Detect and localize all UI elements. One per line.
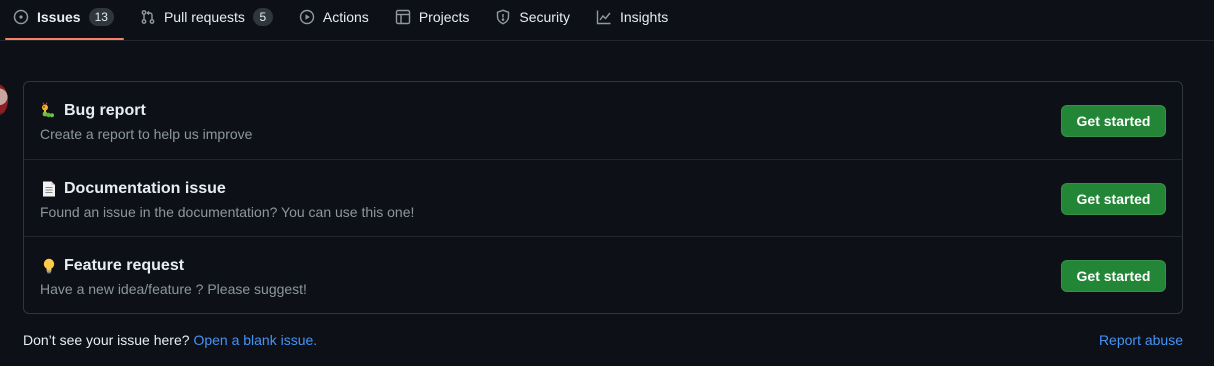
shield-icon xyxy=(495,9,511,25)
get-started-button[interactable]: Get started xyxy=(1061,183,1166,215)
template-title-text: Bug report xyxy=(64,102,146,119)
pull-requests-counter: 5 xyxy=(252,8,273,26)
template-row-bug-report: Bug report Create a report to help us im… xyxy=(24,82,1182,159)
git-pull-request-icon xyxy=(140,9,156,25)
tab-pull-requests[interactable]: Pull requests 5 xyxy=(132,0,283,34)
bug-icon xyxy=(40,102,58,120)
template-description: Create a report to help us improve xyxy=(40,126,253,142)
tab-security-label: Security xyxy=(519,9,570,25)
table-icon xyxy=(395,9,411,25)
template-title-text: Documentation issue xyxy=(64,180,226,197)
template-description: Found an issue in the documentation? You… xyxy=(40,204,415,220)
template-title: Documentation issue xyxy=(40,179,1166,199)
open-blank-issue-link[interactable]: Open a blank issue. xyxy=(193,332,317,348)
template-description: Have a new idea/feature ? Please suggest… xyxy=(40,281,307,297)
repo-tab-nav: Issues 13 Pull requests 5 Actions Projec… xyxy=(0,0,1214,41)
tab-projects[interactable]: Projects xyxy=(387,0,480,34)
tab-actions[interactable]: Actions xyxy=(291,0,379,34)
get-started-button[interactable]: Get started xyxy=(1061,105,1166,137)
issue-opened-icon xyxy=(13,9,29,25)
issue-template-list: Bug report Create a report to help us im… xyxy=(23,81,1183,314)
page-icon xyxy=(40,180,58,198)
play-icon xyxy=(299,9,315,25)
tab-projects-label: Projects xyxy=(418,9,470,25)
tab-insights[interactable]: Insights xyxy=(588,0,678,34)
template-footer: Don’t see your issue here? Open a blank … xyxy=(23,332,1183,352)
avatar[interactable] xyxy=(0,84,8,116)
template-title-text: Feature request xyxy=(64,257,185,274)
tab-pull-requests-label: Pull requests xyxy=(163,9,245,25)
issues-counter: 13 xyxy=(88,8,114,26)
graph-icon xyxy=(596,9,612,25)
template-title: Feature request xyxy=(40,256,1166,276)
tab-insights-label: Insights xyxy=(619,9,669,25)
report-abuse-link[interactable]: Report abuse xyxy=(1099,332,1183,348)
tab-issues[interactable]: Issues 13 xyxy=(5,0,124,40)
tab-security[interactable]: Security xyxy=(487,0,580,34)
template-row-feature-request: Feature request Have a new idea/feature … xyxy=(24,236,1182,313)
template-title: Bug report xyxy=(40,101,1166,121)
tab-actions-label: Actions xyxy=(322,9,369,25)
template-row-documentation-issue: Documentation issue Found an issue in th… xyxy=(24,159,1182,236)
footer-prompt: Don’t see your issue here? xyxy=(23,332,190,348)
lightbulb-icon xyxy=(40,257,58,275)
get-started-button[interactable]: Get started xyxy=(1061,260,1166,292)
tab-issues-label: Issues xyxy=(37,9,81,25)
